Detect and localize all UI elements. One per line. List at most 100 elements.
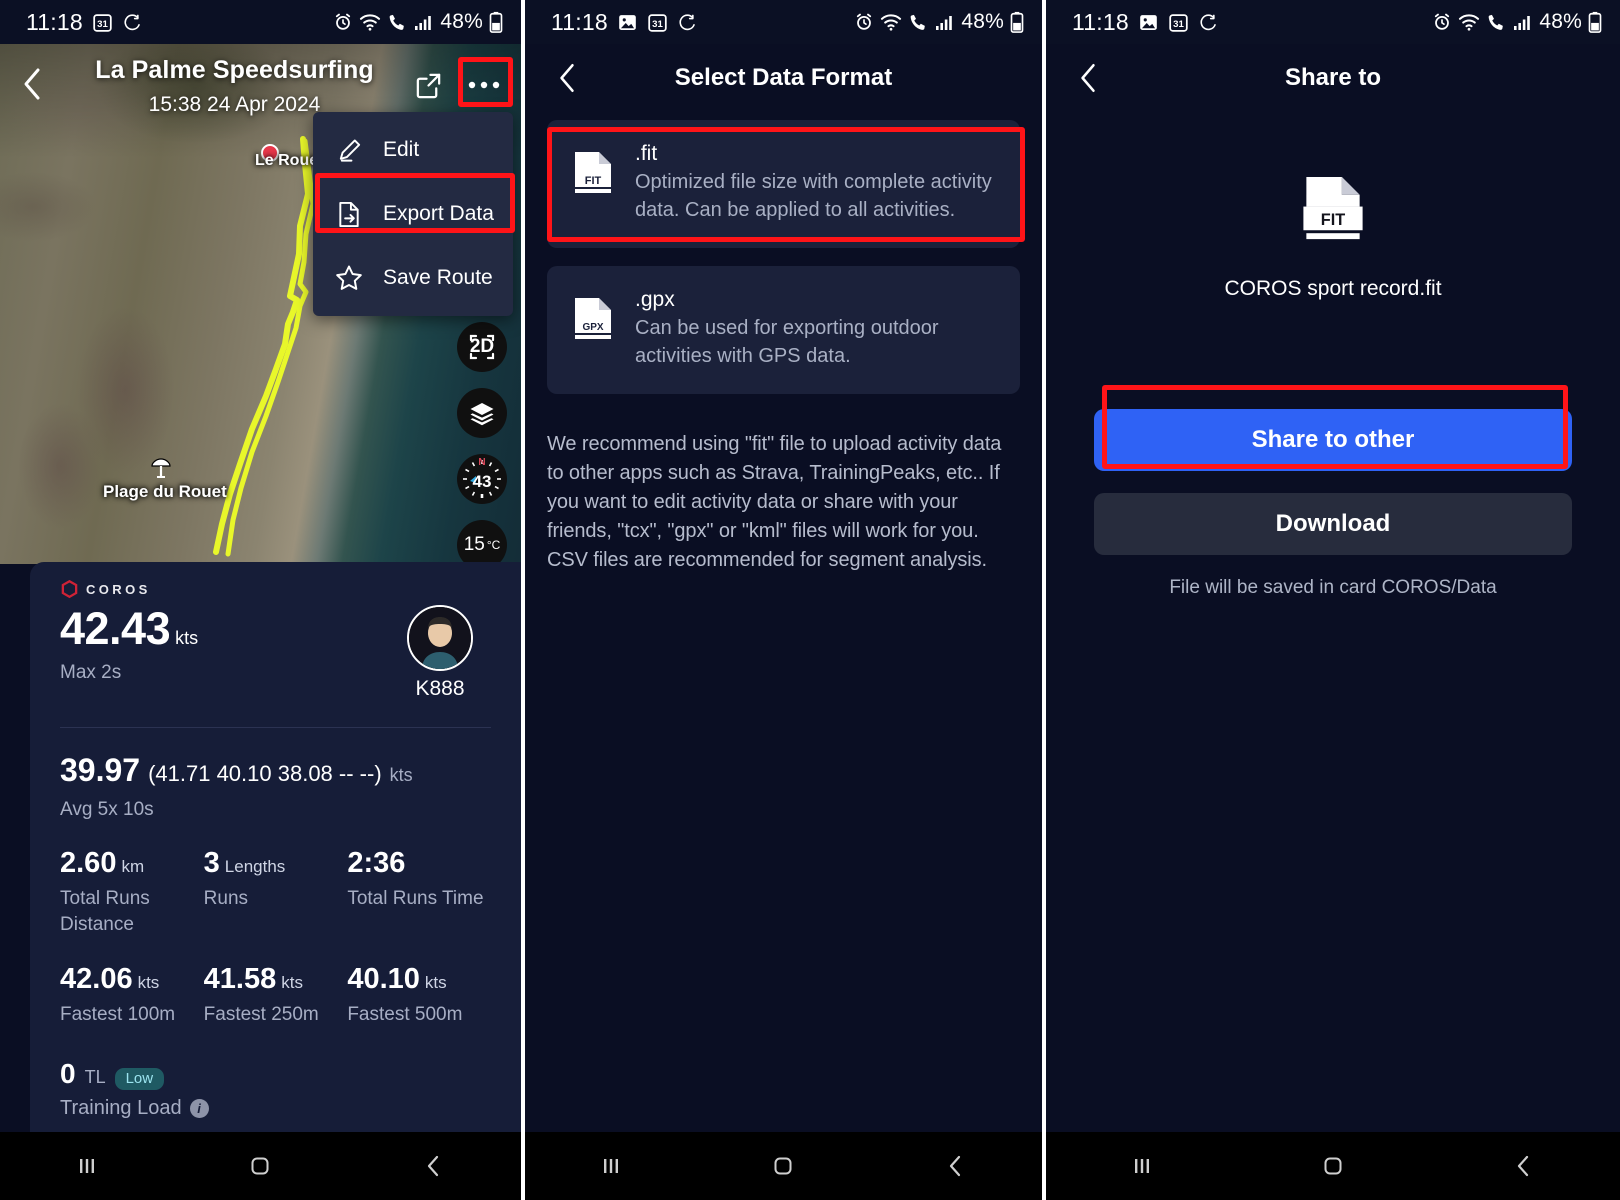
battery-percent: 48%	[440, 10, 483, 33]
training-load-label-row: Training Load i	[60, 1097, 491, 1120]
image-icon	[1138, 12, 1159, 33]
save-location-note: File will be saved in card COROS/Data	[1169, 577, 1497, 598]
android-nav-bar-1	[0, 1132, 521, 1200]
format-option-text: .fit Optimized file size with complete a…	[635, 142, 998, 224]
export-file-icon	[335, 200, 363, 228]
wifi-icon	[359, 12, 381, 32]
fit-file-icon: FIT	[1303, 176, 1363, 240]
menu-item-save-route[interactable]: Save Route	[313, 246, 513, 310]
home-icon[interactable]	[1318, 1151, 1348, 1181]
hero-label: Max 2s	[60, 662, 122, 684]
signal-icon	[935, 13, 955, 31]
stat-value: 2.60	[60, 847, 117, 879]
format-description: Optimized file size with complete activi…	[635, 171, 992, 221]
stat-label: Fastest 250m	[203, 1004, 319, 1026]
back-button-1[interactable]	[0, 56, 64, 102]
share-page-header: Share to	[1046, 44, 1620, 112]
sheet-divider	[60, 727, 491, 728]
call-icon	[387, 12, 408, 32]
training-load-value: 0	[60, 1057, 76, 1089]
share-button[interactable]	[405, 62, 451, 108]
map-layers-button[interactable]	[457, 388, 507, 438]
stat-cell: 3 Lengths Runs	[204, 847, 348, 937]
menu-item-export-data-label: Export Data	[383, 202, 494, 225]
stat-unit: kts	[281, 973, 303, 993]
alarm-icon	[1432, 12, 1452, 32]
training-load-unit: TL	[84, 1066, 106, 1087]
stat-cell: 2:36 Total Runs Time	[347, 847, 491, 937]
screen-activity-detail: 11:18 31 48% Le Rouet Plage du Rouet 2D …	[0, 0, 521, 1200]
stats-grid-row-2: 42.06 kts Fastest 100m 41.58 kts Fastest 2…	[60, 963, 491, 1028]
share-icon	[416, 73, 440, 98]
svg-text:31: 31	[652, 18, 663, 29]
stat-value: 42.06	[60, 963, 133, 996]
avg-value: 39.97	[60, 752, 141, 788]
format-option-text: .gpx Can be used for exporting outdoor a…	[635, 288, 998, 370]
user-block[interactable]: K888	[407, 605, 473, 701]
hero-value-row: 42.43 kts	[60, 605, 198, 652]
stat-value: 3	[203, 847, 220, 879]
calendar-31-icon: 31	[1168, 12, 1189, 33]
recents-icon[interactable]	[1127, 1151, 1157, 1181]
stat-cell: 41.58 kts Fastest 250m	[204, 963, 348, 1028]
share-actions: Share to other Download File will be sav…	[1046, 409, 1620, 599]
info-icon[interactable]: i	[189, 1098, 209, 1118]
avg-unit: kts	[389, 765, 413, 785]
sync-icon	[677, 13, 696, 32]
page-title: La Palme Speedsurfing	[95, 56, 374, 84]
home-icon[interactable]	[768, 1151, 798, 1181]
more-options-button[interactable]	[461, 62, 507, 108]
avg-detail: (41.71 40.10 38.08 -- --)	[148, 761, 382, 786]
back-button-3[interactable]	[1064, 61, 1112, 95]
download-button[interactable]: Download	[1094, 493, 1572, 555]
format-option-gpx[interactable]: GPX .gpx Can be used for exporting outdo…	[547, 266, 1020, 395]
menu-item-edit[interactable]: Edit	[313, 118, 513, 182]
stat-label: Total Runs Distance	[60, 888, 150, 935]
chevron-left-icon	[560, 63, 574, 92]
gpx-file-icon: GPX	[571, 288, 615, 370]
screen-select-data-format: 11:18 31 48% Select Data Format FIT .fit…	[521, 0, 1042, 1200]
hero-value: 42.43	[60, 603, 171, 654]
sync-icon	[122, 13, 141, 32]
stat-value: 2:36	[347, 847, 406, 879]
format-options-list: FIT .fit Optimized file size with comple…	[525, 112, 1042, 395]
menu-item-export-data[interactable]: Export Data	[313, 182, 513, 246]
compass-heading-value: 43	[472, 472, 492, 491]
hero-stat: 42.43 kts Max 2s	[60, 605, 198, 684]
coros-wordmark: COROS	[86, 582, 151, 597]
wifi-icon	[880, 12, 902, 32]
compass-button[interactable]: N 43	[457, 454, 507, 504]
status-time: 11:18	[26, 8, 83, 35]
svg-text:31: 31	[1173, 18, 1184, 29]
activity-stats-sheet: COROS 42.43 kts Max 2s K888 39.97 (41.71…	[30, 562, 521, 1132]
toggle-2d-button[interactable]: 2D	[457, 322, 507, 372]
back-button-2[interactable]	[543, 61, 591, 95]
format-option-fit[interactable]: FIT .fit Optimized file size with comple…	[547, 120, 1020, 249]
recents-icon[interactable]	[596, 1151, 626, 1181]
alarm-icon	[333, 12, 353, 32]
battery-icon	[1010, 11, 1024, 33]
back-icon[interactable]	[941, 1151, 971, 1181]
stat-value: 40.10	[347, 963, 420, 996]
user-name: K888	[415, 677, 465, 700]
svg-text:FIT: FIT	[1321, 211, 1345, 229]
training-load-label: Training Load	[60, 1096, 182, 1119]
back-icon[interactable]	[419, 1151, 449, 1181]
stats-grid-row-1: 2.60 km Total Runs Distance 3 Lengths Runs…	[60, 847, 491, 937]
svg-text:GPX: GPX	[582, 322, 603, 333]
coros-brand: COROS	[60, 580, 491, 599]
stat-unit: kts	[424, 973, 447, 993]
call-icon	[1486, 12, 1507, 32]
map-label-plage-du-rouet: Plage du Rouet	[103, 482, 227, 501]
format-page-header: Select Data Format	[525, 44, 1042, 112]
status-bar-1: 11:18 31 48%	[0, 0, 521, 44]
image-icon	[617, 12, 638, 33]
recents-icon[interactable]	[72, 1151, 102, 1181]
activity-title-block: La Palme Speedsurfing 15:38 24 Apr 2024	[64, 56, 405, 117]
stat-label: Fastest 100m	[60, 1004, 176, 1026]
status-time: 11:18	[551, 8, 608, 35]
temperature-button[interactable]: 15 °C	[457, 520, 507, 564]
share-to-other-button[interactable]: Share to other	[1094, 409, 1572, 471]
back-icon[interactable]	[1509, 1151, 1539, 1181]
home-icon[interactable]	[245, 1151, 275, 1181]
